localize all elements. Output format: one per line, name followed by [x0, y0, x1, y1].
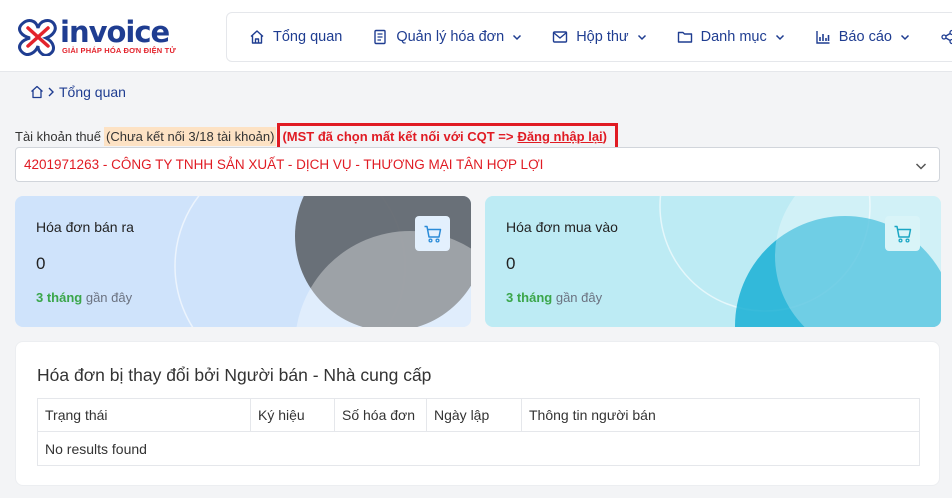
- card-period: 3 tháng gần đây: [36, 290, 132, 305]
- period-months: 3 tháng: [506, 290, 553, 305]
- nav-item-invoice-management[interactable]: Quản lý hóa đơn: [372, 29, 522, 45]
- column-header-invoice-number[interactable]: Số hóa đơn: [334, 398, 427, 432]
- brand-tagline: GIẢI PHÁP HÓA ĐƠN ĐIỆN TỬ: [62, 46, 176, 55]
- cart-button[interactable]: [885, 216, 920, 251]
- brand-name: invoice: [60, 15, 170, 49]
- home-icon: [250, 30, 264, 44]
- chevron-down-icon: [637, 34, 646, 41]
- logo-mark-icon: [18, 19, 57, 56]
- purchase-invoice-card[interactable]: Hóa đơn mua vào 0 3 tháng gần đây: [485, 196, 941, 327]
- column-header-date[interactable]: Ngày lập: [426, 398, 522, 432]
- chevron-down-icon: [775, 34, 784, 41]
- document-icon: [374, 29, 387, 45]
- card-title: Hóa đơn mua vào: [506, 219, 618, 235]
- company-select[interactable]: 4201971263 - CÔNG TY TNHH SẢN XUẤT - DỊC…: [15, 147, 940, 182]
- card-value: 0: [36, 254, 46, 273]
- column-header-status[interactable]: Trạng thái: [37, 398, 251, 432]
- relogin-link[interactable]: Đăng nhập lại: [517, 129, 602, 144]
- panel-title: Hóa đơn bị thay đổi bởi Người bán - Nhà …: [37, 365, 432, 385]
- empty-state-text: No results found: [45, 440, 147, 457]
- tax-account-label: Tài khoản thuế: [15, 129, 102, 144]
- breadcrumb-current: Tổng quan: [59, 84, 126, 100]
- chevron-down-icon: [900, 34, 909, 41]
- column-header-symbol[interactable]: Ký hiệu: [250, 398, 335, 432]
- brand-logo[interactable]: invoice GIẢI PHÁP HÓA ĐƠN ĐIỆN TỬ: [16, 14, 181, 60]
- nav-label: Báo cáo: [838, 29, 892, 45]
- card-decoration: [174, 196, 471, 327]
- disconnect-warning: (MST đã chọn mất kết nối với CQT => Đăng …: [277, 123, 619, 150]
- nav-label: Hộp thư: [576, 29, 629, 45]
- nav-item-share[interactable]: [940, 29, 952, 45]
- period-months: 3 tháng: [36, 290, 83, 305]
- cart-button[interactable]: [415, 216, 450, 251]
- period-rest: gần đây: [552, 290, 603, 305]
- sales-invoice-card[interactable]: Hóa đơn bán ra 0 3 tháng gần đây: [15, 196, 471, 327]
- nav-item-mailbox[interactable]: Hộp thư: [552, 29, 646, 45]
- home-icon[interactable]: [30, 85, 44, 99]
- connection-status-badge: (Chưa kết nối 3/18 tài khoản): [104, 127, 277, 146]
- folder-icon: [677, 31, 692, 43]
- main-nav: Tổng quan Quản lý hóa đơn Hộp thư Danh m…: [226, 12, 952, 62]
- column-header-seller-info[interactable]: Thông tin người bán: [521, 398, 920, 432]
- breadcrumb: Tổng quan: [30, 84, 126, 100]
- nav-item-overview[interactable]: Tổng quan: [249, 29, 342, 45]
- card-period: 3 tháng gần đây: [506, 290, 602, 305]
- cart-icon: [894, 225, 911, 243]
- chevron-right-icon: [48, 87, 54, 97]
- mail-icon: [553, 31, 568, 43]
- share-icon: [941, 29, 952, 45]
- tax-account-line: Tài khoản thuế (Chưa kết nối 3/18 tài kh…: [15, 123, 619, 150]
- nav-label: Danh mục: [700, 29, 767, 45]
- app-header: invoice GIẢI PHÁP HÓA ĐƠN ĐIỆN TỬ Tổng q…: [0, 0, 952, 72]
- cart-icon: [424, 225, 441, 243]
- warning-text: (MST đã chọn mất kết nối với CQT =>: [282, 129, 514, 144]
- nav-label: Tổng quan: [273, 29, 343, 45]
- nav-item-reports[interactable]: Báo cáo: [815, 29, 910, 45]
- table-row: No results found: [38, 432, 920, 466]
- card-decoration: [659, 196, 941, 327]
- table-header-row: Trạng thái Ký hiệu Số hóa đơn Ngày lập T…: [37, 398, 920, 432]
- nav-label: Quản lý hóa đơn: [396, 29, 505, 45]
- nav-item-catalog[interactable]: Danh mục: [677, 29, 785, 45]
- changed-invoices-panel: Hóa đơn bị thay đổi bởi Người bán - Nhà …: [15, 341, 940, 486]
- period-rest: gần đây: [82, 290, 133, 305]
- chevron-down-icon: [915, 163, 927, 170]
- selected-company: 4201971263 - CÔNG TY TNHH SẢN XUẤT - DỊC…: [24, 157, 544, 172]
- warning-close: ): [602, 129, 608, 144]
- chart-icon: [816, 31, 830, 44]
- card-title: Hóa đơn bán ra: [36, 219, 134, 235]
- chevron-down-icon: [513, 34, 522, 41]
- card-value: 0: [506, 254, 516, 273]
- changed-invoices-table: Trạng thái Ký hiệu Số hóa đơn Ngày lập T…: [37, 398, 920, 466]
